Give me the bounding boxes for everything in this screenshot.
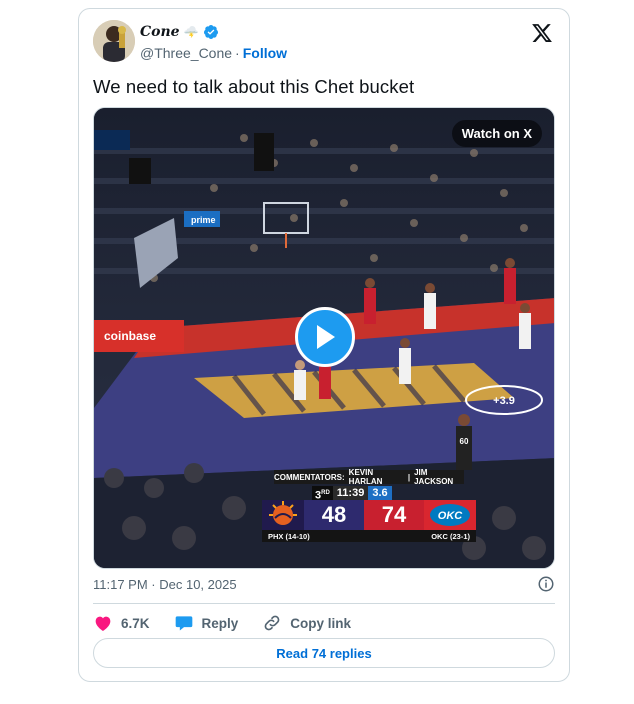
thunder-logo-text: OKC [438, 510, 464, 522]
scorebug: COMMENTATORS: KEVIN HARLAN | JIM JACKSON… [262, 468, 476, 542]
copy-link-button[interactable]: Copy link [262, 613, 351, 633]
weather-emoji: 🌩️ [183, 25, 199, 39]
home-team-record: OKC (23-1) [431, 531, 470, 541]
team-records: PHX (14-10) OKC (23-1) [262, 530, 476, 542]
commentators-bar: COMMENTATORS: KEVIN HARLAN | JIM JACKSON [274, 468, 464, 486]
like-button[interactable]: 6.7K [93, 613, 150, 633]
suns-logo-icon [262, 500, 304, 530]
watch-on-x-button[interactable]: Watch on X [451, 120, 542, 147]
tweet-text: We need to talk about this Chet bucket [93, 76, 415, 97]
x-logo-icon[interactable] [531, 22, 553, 44]
tweet-card: Cone 🌩️ @Three_Cone · Follow We need to … [78, 8, 570, 682]
ad-board-text: coinbase [104, 329, 156, 343]
heart-icon [95, 616, 111, 631]
away-team-record: PHX (14-10) [268, 531, 310, 541]
read-replies-button[interactable]: Read 74 replies [93, 638, 555, 668]
reply-label: Reply [201, 615, 239, 631]
reply-bubble-icon [175, 616, 192, 631]
team-scores: 48 74 OKC [262, 500, 476, 530]
reply-button[interactable]: Reply [174, 613, 239, 633]
period-suffix: RD [321, 490, 330, 496]
avatar-image [93, 20, 135, 62]
follow-button[interactable]: Follow [243, 45, 287, 61]
info-icon[interactable] [537, 575, 555, 593]
referee-jersey-text: 60 [460, 437, 469, 446]
shot-clock: 3.6 [368, 486, 392, 500]
commentator-separator: | [407, 472, 411, 482]
ad-sign-text: prime [191, 215, 216, 225]
display-name[interactable]: Cone [140, 24, 180, 40]
copy-link-label: Copy link [290, 615, 352, 631]
court-marking-text: +3.9 [493, 395, 515, 407]
commentator-name: KEVIN HARLAN [348, 468, 383, 486]
away-score: 48 [304, 500, 364, 530]
commentators-label: COMMENTATORS: [274, 472, 345, 482]
game-clock: 11:39 [332, 486, 369, 500]
author-name-row[interactable]: Cone 🌩️ [140, 23, 219, 41]
verified-badge-icon [203, 25, 218, 39]
commentator-name: JIM JACKSON [414, 468, 454, 486]
like-count: 6.7K [121, 615, 150, 631]
handle-separator: · [235, 45, 240, 61]
play-icon [317, 325, 335, 349]
author-handle[interactable]: @Three_Cone [140, 45, 232, 61]
period: 3RD [312, 486, 333, 502]
thunder-logo-icon: OKC [424, 500, 476, 530]
tweet-timestamp[interactable]: 11:17 PM · Dec 10, 2025 [93, 577, 237, 592]
home-score: 74 [364, 500, 424, 530]
action-bar: 6.7K Reply Copy link [93, 611, 351, 635]
handle-row: @Three_Cone · Follow [140, 45, 287, 61]
play-button[interactable] [295, 307, 355, 367]
divider [93, 603, 555, 604]
clock-row: 3RD 11:39 3.6 [312, 486, 392, 502]
avatar[interactable] [93, 20, 135, 62]
video-player[interactable]: +3.9 coinbase prime 60 Watch on X COMMEN… [93, 107, 555, 569]
link-icon [264, 615, 280, 631]
